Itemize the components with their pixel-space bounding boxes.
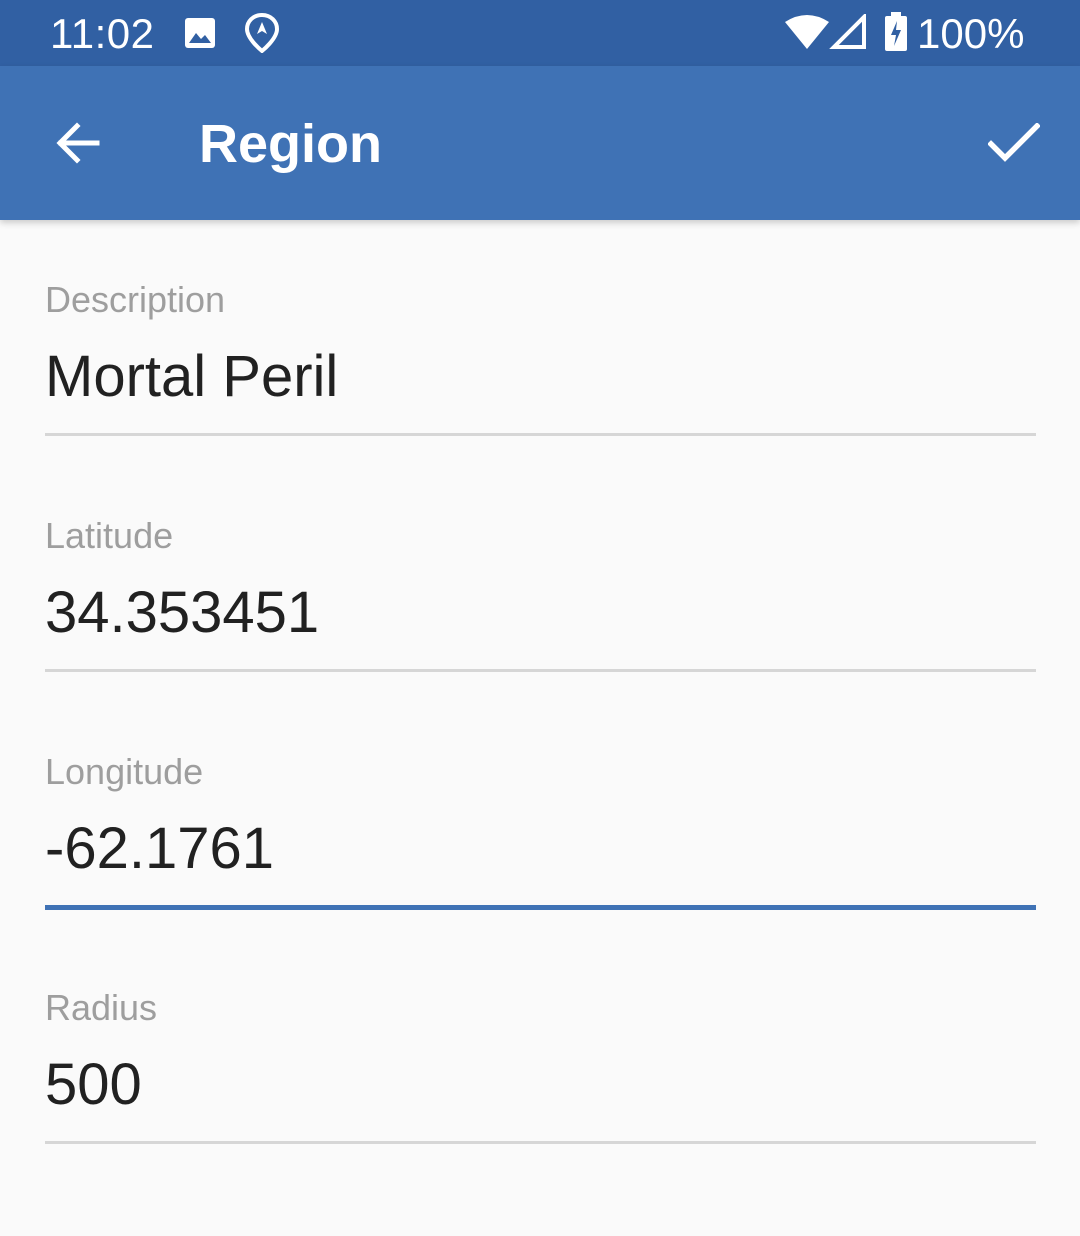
check-icon bbox=[988, 123, 1040, 162]
battery-percent: 100% bbox=[917, 10, 1025, 57]
location-pin-icon bbox=[245, 13, 279, 53]
image-icon bbox=[185, 18, 215, 48]
description-underline bbox=[45, 433, 1036, 436]
status-bar: 11:02 100% bbox=[0, 0, 1080, 66]
longitude-input[interactable] bbox=[45, 812, 1036, 884]
radius-label: Radius bbox=[45, 987, 158, 1028]
cellular-signal-icon bbox=[829, 14, 866, 49]
latitude-label: Latitude bbox=[45, 515, 174, 556]
latitude-underline bbox=[45, 669, 1036, 672]
arrow-back-icon bbox=[56, 122, 100, 164]
latitude-field: Latitude bbox=[45, 456, 1036, 656]
radius-input[interactable] bbox=[45, 1048, 1036, 1120]
description-label: Description bbox=[45, 279, 226, 320]
longitude-label: Longitude bbox=[45, 751, 204, 792]
description-field: Description bbox=[45, 220, 1036, 420]
app-bar: Region bbox=[0, 66, 1080, 220]
latitude-input[interactable] bbox=[45, 576, 1036, 648]
status-time: 11:02 bbox=[50, 10, 155, 57]
page-title: Region bbox=[199, 114, 382, 174]
radius-underline bbox=[45, 1141, 1036, 1144]
battery-charging-icon bbox=[885, 12, 907, 51]
back-button[interactable] bbox=[29, 95, 125, 191]
confirm-button[interactable] bbox=[966, 95, 1062, 191]
wifi-icon bbox=[785, 15, 829, 49]
radius-field: Radius bbox=[45, 928, 1036, 1128]
longitude-field: Longitude bbox=[45, 692, 1036, 892]
longitude-underline-focused bbox=[45, 905, 1036, 910]
description-input[interactable] bbox=[45, 340, 1036, 412]
